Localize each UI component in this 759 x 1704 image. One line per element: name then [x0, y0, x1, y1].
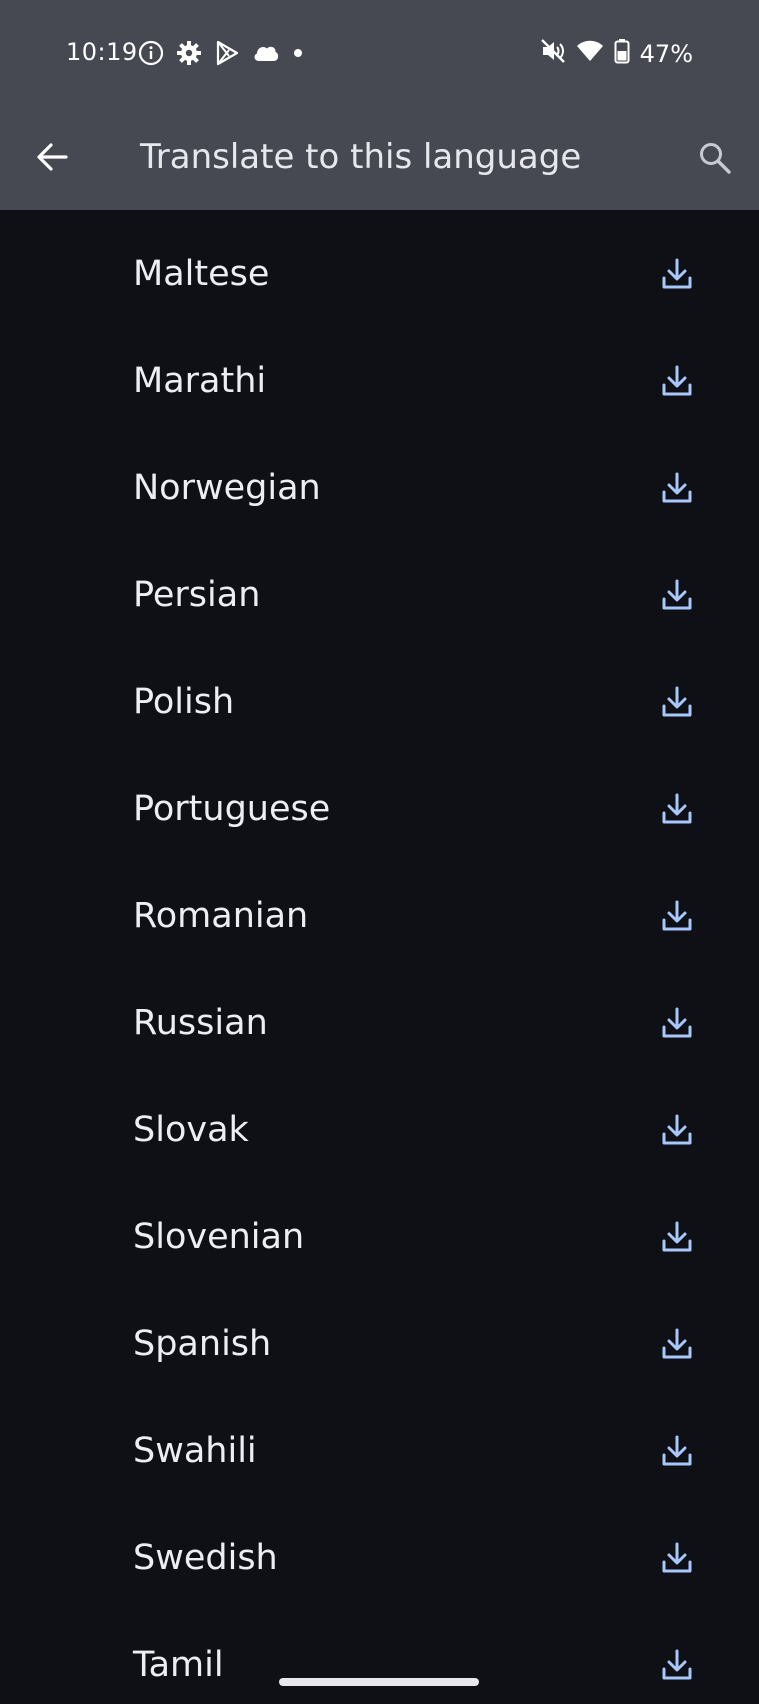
status-time: 10:19: [66, 38, 138, 66]
download-icon[interactable]: [659, 898, 695, 934]
gear-icon: [176, 40, 202, 66]
download-icon[interactable]: [659, 1433, 695, 1469]
download-icon[interactable]: [659, 791, 695, 827]
arrow-back-icon: [37, 143, 68, 171]
status-notification-icons: [138, 40, 304, 66]
search-icon: [700, 143, 731, 174]
wifi-icon: [576, 39, 604, 69]
back-button[interactable]: [30, 135, 74, 179]
download-icon[interactable]: [659, 1647, 695, 1683]
download-icon[interactable]: [659, 1112, 695, 1148]
language-row[interactable]: Russian: [0, 969, 759, 1076]
language-label: Persian: [133, 574, 261, 615]
download-icon[interactable]: [659, 1005, 695, 1041]
language-row[interactable]: Slovenian: [0, 1183, 759, 1290]
language-row[interactable]: Persian: [0, 541, 759, 648]
language-label: Portuguese: [133, 788, 331, 829]
download-icon[interactable]: [659, 577, 695, 613]
download-icon[interactable]: [659, 1540, 695, 1576]
language-row[interactable]: Portuguese: [0, 755, 759, 862]
language-label: Russian: [133, 1002, 268, 1043]
language-row[interactable]: Romanian: [0, 862, 759, 969]
mute-icon: [540, 38, 566, 70]
language-row[interactable]: Tamil: [0, 1611, 759, 1704]
language-label: Slovak: [133, 1109, 249, 1150]
language-row[interactable]: Slovak: [0, 1076, 759, 1183]
app-bar: Translate to this language: [0, 104, 759, 210]
language-label: Romanian: [133, 895, 309, 936]
language-label: Swahili: [133, 1430, 257, 1471]
home-indicator[interactable]: [279, 1678, 479, 1686]
page-title: Translate to this language: [140, 137, 582, 177]
cloud-icon: [252, 42, 280, 64]
language-list-content: Malay Maltese Marathi Norwegian Persian Polis…: [0, 210, 759, 1704]
language-label: Norwegian: [133, 467, 321, 508]
language-row[interactable]: Marathi: [0, 327, 759, 434]
language-row[interactable]: Swahili: [0, 1397, 759, 1504]
language-list[interactable]: Malay Maltese Marathi Norwegian Persian Polis…: [0, 210, 759, 1704]
status-bar: 10:19 47%: [0, 0, 759, 104]
language-row[interactable]: Norwegian: [0, 434, 759, 541]
download-icon[interactable]: [659, 256, 695, 292]
play-store-icon: [214, 40, 240, 66]
language-row[interactable]: Malay: [0, 210, 759, 220]
download-icon[interactable]: [659, 1219, 695, 1255]
language-label: Spanish: [133, 1323, 272, 1364]
search-button[interactable]: [693, 136, 737, 180]
language-row[interactable]: Spanish: [0, 1290, 759, 1397]
language-label: Slovenian: [133, 1216, 305, 1257]
dot-icon: [292, 47, 304, 59]
language-label: Swedish: [133, 1537, 278, 1578]
download-icon[interactable]: [659, 684, 695, 720]
info-icon: [138, 40, 164, 66]
language-row[interactable]: Maltese: [0, 220, 759, 327]
language-label: Polish: [133, 681, 235, 722]
language-row[interactable]: Swedish: [0, 1504, 759, 1611]
language-label: Marathi: [133, 360, 267, 401]
download-icon[interactable]: [659, 363, 695, 399]
battery-percent: 47%: [639, 40, 693, 68]
download-icon[interactable]: [659, 1326, 695, 1362]
battery-icon: [614, 38, 630, 70]
status-system-icons: 47%: [540, 38, 693, 70]
language-row[interactable]: Polish: [0, 648, 759, 755]
language-label: Tamil: [133, 1644, 224, 1685]
download-icon[interactable]: [659, 470, 695, 506]
language-label: Maltese: [133, 253, 270, 294]
